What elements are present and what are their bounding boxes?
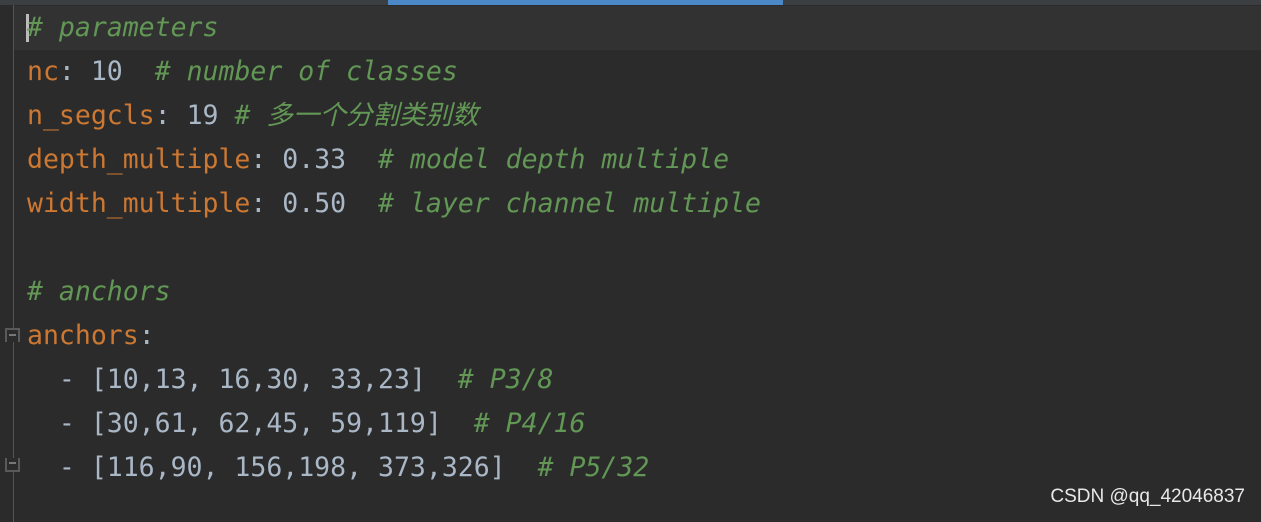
comment: # 多一个分割类别数 (234, 100, 479, 131)
code-line-4[interactable]: depth_multiple: 0.33 # model depth multi… (27, 138, 729, 182)
yaml-value: - [10,13, 16,30, 33,23] (27, 364, 426, 395)
spacing (442, 408, 474, 439)
spacing (346, 144, 378, 175)
comment: # P5/32 (537, 452, 650, 483)
code-line-8[interactable]: anchors: (27, 314, 155, 358)
spacing (123, 56, 155, 87)
yaml-key: n_segcls (27, 100, 155, 131)
separator: : (58, 56, 91, 87)
code-line-5[interactable]: width_multiple: 0.50 # layer channel mul… (27, 182, 761, 226)
yaml-key: nc (27, 56, 59, 87)
code-line-7[interactable]: # anchors (27, 270, 171, 314)
code-line-1[interactable]: # parameters (27, 6, 218, 50)
yaml-key: anchors (27, 320, 139, 351)
separator: : (138, 320, 155, 351)
comment: # parameters (27, 12, 219, 43)
spacing (426, 364, 458, 395)
comment: # anchors (27, 276, 171, 307)
code-line-10[interactable]: - [30,61, 62,45, 59,119] # P4/16 (27, 402, 586, 446)
separator: : (250, 188, 283, 219)
yaml-value: 10 (90, 56, 123, 87)
comment: # layer channel multiple (378, 188, 761, 219)
comment: # number of classes (154, 56, 458, 87)
yaml-value: 19 (186, 100, 219, 131)
yaml-value: 0.50 (282, 188, 347, 219)
comment: # P3/8 (457, 364, 554, 395)
code-line-9[interactable]: - [10,13, 16,30, 33,23] # P3/8 (27, 358, 554, 402)
code-line-3[interactable]: n_segcls: 19 # 多一个分割类别数 (27, 94, 478, 138)
comment: # model depth multiple (378, 144, 730, 175)
yaml-value: - [116,90, 156,198, 373,326] (27, 452, 506, 483)
yaml-value: - [30,61, 62,45, 59,119] (27, 408, 442, 439)
active-tab-indicator (388, 0, 783, 5)
separator: : (250, 144, 283, 175)
fold-end-icon[interactable] (5, 458, 20, 472)
yaml-key: width_multiple (27, 188, 251, 219)
comment: # P4/16 (473, 408, 586, 439)
spacing (346, 188, 378, 219)
fold-collapse-icon[interactable] (5, 328, 20, 342)
gutter-divider (13, 5, 14, 522)
spacing (218, 100, 234, 131)
yaml-value: 0.33 (282, 144, 347, 175)
watermark: CSDN @qq_42046837 (1050, 486, 1245, 507)
spacing (506, 452, 538, 483)
separator: : (154, 100, 187, 131)
yaml-key: depth_multiple (27, 144, 251, 175)
code-line-11[interactable]: - [116,90, 156,198, 373,326] # P5/32 (27, 446, 649, 490)
code-line-2[interactable]: nc: 10 # number of classes (27, 50, 458, 94)
